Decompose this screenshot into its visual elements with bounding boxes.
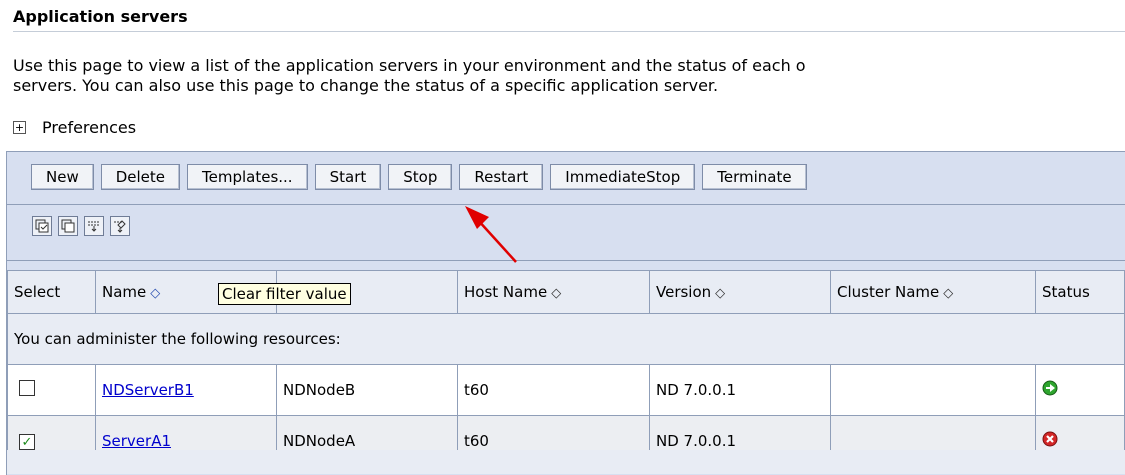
preferences-label[interactable]: Preferences — [42, 118, 136, 137]
terminate-button[interactable]: Terminate — [702, 164, 807, 190]
header-host-label[interactable]: Host Name — [464, 283, 547, 301]
header-cluster-label[interactable]: Cluster Name — [837, 283, 939, 301]
start-button[interactable]: Start — [314, 164, 382, 190]
red-x-icon — [1042, 431, 1058, 447]
cluster-cell — [830, 364, 1036, 416]
description-line-1: Use this page to view a list of the appl… — [13, 56, 806, 75]
host-cell: t60 — [457, 364, 650, 416]
version-cell: ND 7.0.0.1 — [649, 364, 831, 416]
header-name-label[interactable]: Name — [102, 283, 146, 301]
table-row: NDServerB1 NDNodeB t60 ND 7.0.0.1 — [7, 364, 1125, 416]
delete-button[interactable]: Delete — [100, 164, 181, 190]
page-title: Application servers — [13, 7, 1125, 32]
page-description: Use this page to view a list of the appl… — [13, 56, 1125, 96]
name-cell: NDServerB1 — [95, 364, 277, 416]
new-button[interactable]: New — [31, 164, 94, 190]
green-arrow-icon — [1042, 380, 1058, 396]
tools-divider — [7, 260, 1125, 261]
tooltip: Clear filter value — [218, 283, 351, 305]
deselect-all-icon[interactable] — [58, 216, 78, 236]
header-select-label: Select — [14, 283, 61, 301]
header-status[interactable]: Status — [1035, 270, 1125, 314]
header-version-label[interactable]: Version — [656, 283, 711, 301]
row-checkbox-checked[interactable]: ✓ — [19, 434, 35, 451]
toolbar-divider — [7, 204, 1125, 205]
templates-button[interactable]: Templates... — [187, 164, 308, 190]
table-header-row: Select Name ◇ Host Name ◇ Version ◇ Cluster… — [7, 270, 1125, 314]
status-cell — [1035, 364, 1125, 416]
table-tools — [32, 216, 130, 236]
restart-button[interactable]: Restart — [459, 164, 544, 190]
description-line-2: servers. You can also use this page to c… — [13, 76, 719, 95]
header-host[interactable]: Host Name ◇ — [457, 270, 650, 314]
select-cell — [7, 364, 96, 416]
header-cluster[interactable]: Cluster Name ◇ — [830, 270, 1036, 314]
show-filter-icon[interactable] — [84, 216, 104, 236]
clear-filter-icon[interactable] — [110, 216, 130, 236]
group-row: You can administer the following resourc… — [7, 313, 1125, 365]
select-all-icon[interactable] — [32, 216, 52, 236]
header-version[interactable]: Version ◇ — [649, 270, 831, 314]
server-link[interactable]: NDServerB1 — [102, 381, 194, 399]
servers-table: Select Name ◇ Host Name ◇ Version ◇ Cluster… — [7, 270, 1125, 467]
stop-button[interactable]: Stop — [388, 164, 453, 190]
server-link[interactable]: ServerA1 — [102, 432, 171, 450]
sort-arrows-icon[interactable]: ◇ — [715, 286, 725, 301]
sort-arrows-icon[interactable]: ◇ — [150, 286, 160, 301]
header-status-label[interactable]: Status — [1042, 283, 1090, 301]
action-toolbar: New Delete Templates... Start Stop Resta… — [31, 164, 807, 190]
plus-box-icon[interactable]: + — [13, 121, 26, 134]
group-label: You can administer the following resourc… — [7, 313, 1125, 365]
preferences-toggle[interactable]: + Preferences — [13, 118, 136, 137]
sort-arrows-icon[interactable]: ◇ — [551, 286, 561, 301]
row-checkbox[interactable] — [19, 380, 35, 396]
node-cell: NDNodeB — [276, 364, 458, 416]
header-select: Select — [7, 270, 96, 314]
immediatestop-button[interactable]: ImmediateStop — [550, 164, 696, 190]
sort-arrows-icon[interactable]: ◇ — [943, 286, 953, 301]
table-footer — [7, 450, 1125, 474]
